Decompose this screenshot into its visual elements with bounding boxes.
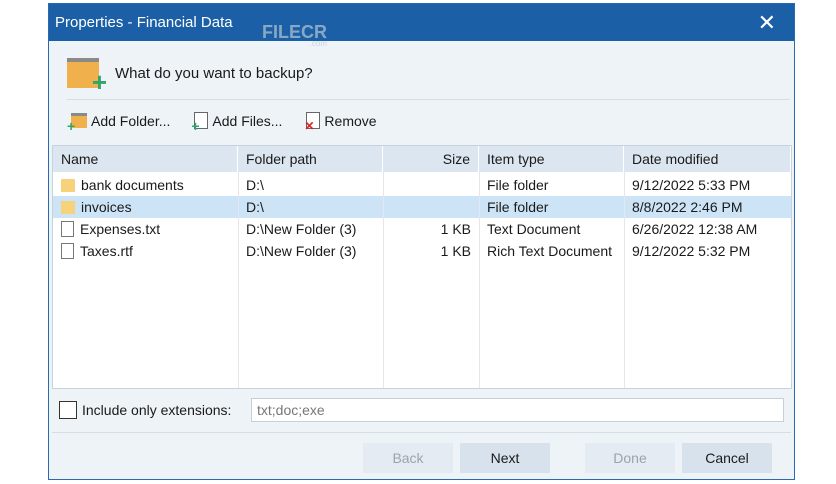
watermark-logo: FILECR .com xyxy=(262,22,327,48)
column-divider xyxy=(479,172,480,388)
column-header-folder-path[interactable]: Folder path xyxy=(238,146,383,172)
column-header-date-modified[interactable]: Date modified xyxy=(624,146,791,172)
window-title: Properties - Financial Data xyxy=(55,14,233,31)
cell-size: 1 KB xyxy=(440,221,471,237)
cell-date-modified: 9/12/2022 5:33 PM xyxy=(632,177,751,193)
cell-item-type: Rich Text Document xyxy=(487,243,613,259)
table-row[interactable]: invoices D:\ File folder 8/8/2022 2:46 P… xyxy=(53,196,791,218)
cell-name: invoices xyxy=(53,199,238,215)
add-folder-button[interactable]: + Add Folder... xyxy=(67,112,171,135)
cell-name: Expenses.txt xyxy=(53,221,238,237)
title-bar: Properties - Financial Data ✕ xyxy=(49,4,794,41)
document-icon xyxy=(61,243,74,259)
include-extensions-label: Include only extensions: xyxy=(82,402,232,418)
column-divider xyxy=(624,172,625,388)
cell-date-modified: 8/8/2022 2:46 PM xyxy=(632,199,743,215)
folder-icon xyxy=(61,178,75,192)
add-file-icon: + xyxy=(191,112,209,134)
page-heading: What do you want to backup? xyxy=(115,64,313,82)
column-divider xyxy=(238,172,239,388)
cell-date-modified: 9/12/2022 5:32 PM xyxy=(632,243,751,259)
cell-folder-path: D:\ xyxy=(246,177,264,193)
add-folder-icon: + xyxy=(67,113,87,134)
cell-item-type: Text Document xyxy=(487,221,581,237)
extensions-filter: Include only extensions: xyxy=(59,401,231,419)
file-list[interactable]: Name Folder path Size Item type Date mod… xyxy=(52,145,792,389)
add-files-label: Add Files... xyxy=(212,112,283,129)
remove-label: Remove xyxy=(324,112,377,129)
done-button[interactable]: Done xyxy=(585,443,675,473)
remove-button[interactable]: ✕ Remove xyxy=(304,112,377,133)
next-button[interactable]: Next xyxy=(460,443,550,473)
column-header-size[interactable]: Size xyxy=(383,146,479,172)
folder-add-icon xyxy=(67,58,107,98)
column-header-item-type[interactable]: Item type xyxy=(479,146,624,172)
folder-icon xyxy=(61,200,75,214)
table-row[interactable]: bank documents D:\ File folder 9/12/2022… xyxy=(53,174,791,196)
column-divider xyxy=(383,172,384,388)
add-folder-label: Add Folder... xyxy=(91,112,171,129)
extensions-input[interactable]: txt;doc;exe xyxy=(251,398,784,422)
list-header: Name Folder path Size Item type Date mod… xyxy=(53,146,791,172)
divider xyxy=(67,99,790,100)
include-extensions-checkbox[interactable] xyxy=(59,401,77,419)
cell-size: 1 KB xyxy=(440,243,471,259)
cell-folder-path: D:\New Folder (3) xyxy=(246,221,357,237)
cell-folder-path: D:\New Folder (3) xyxy=(246,243,357,259)
cell-date-modified: 6/26/2022 12:38 AM xyxy=(632,221,758,237)
remove-file-icon: ✕ xyxy=(304,112,321,133)
item-name: Expenses.txt xyxy=(80,221,161,237)
item-name: bank documents xyxy=(81,177,184,193)
column-header-name[interactable]: Name xyxy=(53,146,238,172)
cell-folder-path: D:\ xyxy=(246,199,264,215)
cell-item-type: File folder xyxy=(487,199,549,215)
properties-dialog: Properties - Financial Data ✕ What do yo… xyxy=(48,3,795,480)
cell-name: Taxes.rtf xyxy=(53,243,238,259)
divider xyxy=(52,432,791,433)
cell-name: bank documents xyxy=(53,177,238,193)
item-name: invoices xyxy=(81,199,132,215)
add-files-button[interactable]: + Add Files... xyxy=(191,112,283,134)
close-button[interactable]: ✕ xyxy=(758,10,776,36)
cancel-button[interactable]: Cancel xyxy=(682,443,772,473)
header: What do you want to backup? xyxy=(67,58,313,98)
document-icon xyxy=(61,221,74,237)
back-button[interactable]: Back xyxy=(363,443,453,473)
item-name: Taxes.rtf xyxy=(80,243,133,259)
toolbar: + Add Folder... + Add Files... ✕ Remove xyxy=(67,112,377,135)
table-row[interactable]: Taxes.rtf D:\New Folder (3) 1 KB Rich Te… xyxy=(53,240,791,262)
cell-item-type: File folder xyxy=(487,177,549,193)
table-row[interactable]: Expenses.txt D:\New Folder (3) 1 KB Text… xyxy=(53,218,791,240)
